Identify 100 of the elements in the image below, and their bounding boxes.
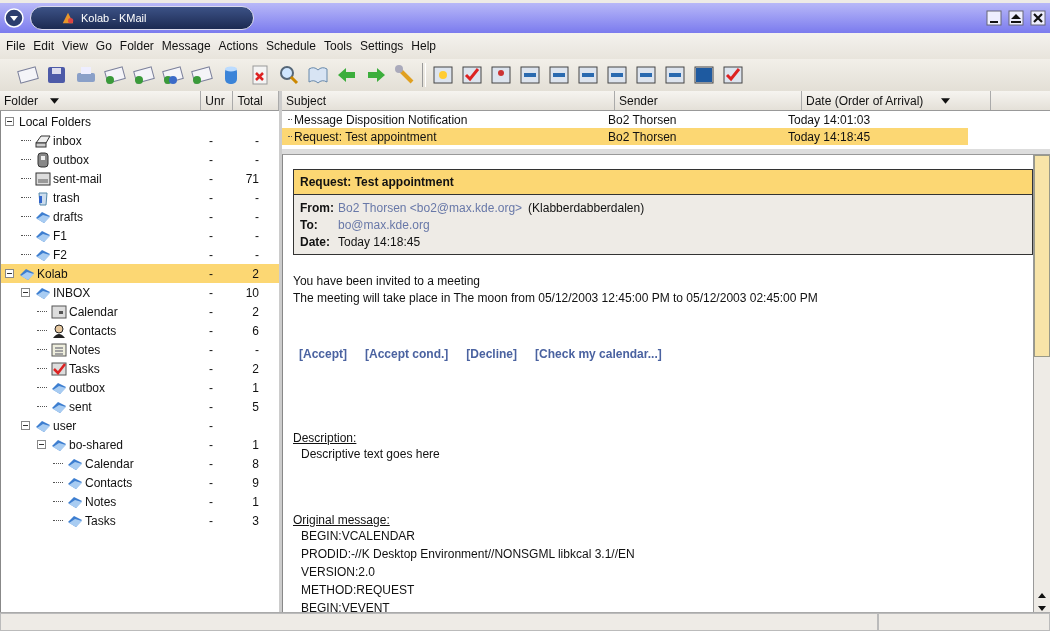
column-header[interactable]: Folder <box>0 91 202 110</box>
collapse-icon[interactable] <box>21 288 30 297</box>
collapse-icon[interactable] <box>21 421 30 430</box>
folder-row[interactable]: Notes - 1 <box>1 492 279 511</box>
folder-row[interactable]: Contacts - 6 <box>1 321 279 340</box>
original-line: VERSION:2.0 <box>300 564 377 581</box>
folder-row[interactable]: trash - - <box>1 188 279 207</box>
folder-row[interactable]: outbox - - <box>1 150 279 169</box>
toolbar-calendar-icon[interactable] <box>518 63 542 87</box>
toolbar-calendar-icon[interactable] <box>547 63 571 87</box>
toolbar-calendar-icon[interactable] <box>431 63 455 87</box>
folder-row[interactable]: sent - 5 <box>1 397 279 416</box>
invitation-link[interactable]: [Decline] <box>466 347 518 361</box>
original-line: METHOD:REQUEST <box>300 582 416 599</box>
close-icon[interactable] <box>1030 10 1046 26</box>
folder-row[interactable]: F2 - - <box>1 245 279 264</box>
column-header[interactable]: Unr <box>201 91 234 110</box>
original-line: PRODID:-//K Desktop Environment//NONSGML libkcal 3.1//EN <box>300 546 636 563</box>
scroll-bar[interactable] <box>1033 155 1050 612</box>
message-sender: Bo2 Thorsen <box>607 129 678 144</box>
menu-item[interactable]: Go <box>95 39 112 53</box>
invitation-link[interactable]: [Accept cond.] <box>365 347 449 361</box>
toolbar-calendar-icon[interactable] <box>692 63 716 87</box>
body-text: The meeting will take place in The moon from 05/12/2003 12:45:00 PM to 05/12/2003 02:45:00 PM <box>293 290 819 307</box>
menu-item[interactable]: File <box>6 39 26 53</box>
menu-item[interactable]: Settings <box>360 39 404 53</box>
unread-count: - <box>209 342 213 357</box>
invitation-link[interactable]: [Accept] <box>299 347 347 361</box>
folder-row[interactable]: Calendar - 8 <box>1 454 279 473</box>
original-line: BEGIN:VCALENDAR <box>300 528 417 545</box>
collapse-icon[interactable] <box>37 440 46 449</box>
collapse-icon[interactable] <box>5 117 14 126</box>
column-header[interactable]: Sender <box>615 91 802 110</box>
menu-item[interactable]: Help <box>411 39 437 53</box>
unread-count: - <box>209 361 213 376</box>
header-label: Date: <box>300 234 331 249</box>
folder-name: Local Folders <box>19 114 92 129</box>
invitation-link[interactable]: [Check my calendar...] <box>535 347 662 361</box>
toolbar-calendar-icon[interactable] <box>634 63 658 87</box>
folder-row[interactable]: Tasks - 3 <box>1 511 279 530</box>
notes-icon <box>51 341 67 358</box>
checklist-icon <box>51 360 67 377</box>
folder-row[interactable]: F1 - - <box>1 226 279 245</box>
folder-row[interactable]: INBOX - 10 <box>1 283 279 302</box>
description-text: Descriptive text goes here <box>300 446 441 463</box>
folder-row[interactable]: bo-shared - 1 <box>1 435 279 454</box>
toolbar-calendar-icon[interactable] <box>605 63 629 87</box>
folder-row[interactable]: Notes - - <box>1 340 279 359</box>
menu-item[interactable]: Actions <box>218 39 258 53</box>
folder-row[interactable]: Contacts - 9 <box>1 473 279 492</box>
toolbar-calendar-icon[interactable] <box>721 63 745 87</box>
folder-name: Contacts <box>85 475 133 490</box>
minimize-icon[interactable] <box>986 10 1002 26</box>
scroll-arrows-icon[interactable] <box>1037 592 1047 612</box>
unread-count: - <box>209 399 213 414</box>
folder-name: sent <box>69 399 92 414</box>
total-count: 8 <box>252 456 259 471</box>
toolbar-search-icon[interactable] <box>277 63 301 87</box>
section-heading: Description: <box>293 431 358 445</box>
message-subject: Message Disposition Notification <box>293 112 469 127</box>
folder-row[interactable]: user - <box>1 416 279 435</box>
menu-item[interactable]: Message <box>161 39 211 53</box>
drawer-icon <box>35 170 51 187</box>
menu-item[interactable]: Folder <box>119 39 154 53</box>
menu-item[interactable]: Tools <box>323 39 352 53</box>
toolbar-calendar-icon[interactable] <box>489 63 513 87</box>
email-link[interactable]: bo@max.kde.org <box>338 217 430 232</box>
folder-row[interactable]: Local Folders <box>1 112 279 131</box>
toolbar-calendar-icon[interactable] <box>663 63 687 87</box>
unread-count: - <box>209 190 213 205</box>
message-date: Today 14:18:45 <box>787 129 872 144</box>
folder-name: Tasks <box>69 361 100 376</box>
menu-item[interactable]: Edit <box>33 39 55 53</box>
toolbar-calendar-icon[interactable] <box>576 63 600 87</box>
column-header[interactable]: Subject <box>282 91 615 110</box>
message-row[interactable]: Message Disposition Notification Bo2 Thorsen Today 14:01:03 <box>282 111 968 128</box>
collapse-icon[interactable] <box>5 269 14 278</box>
folder-row[interactable]: Tasks - 2 <box>1 359 279 378</box>
toolbar-calendar-icon[interactable] <box>460 63 484 87</box>
sort-caret-icon <box>941 97 951 104</box>
maximize-icon[interactable] <box>1008 10 1024 26</box>
folder-row[interactable]: Calendar - 2 <box>1 302 279 321</box>
unread-count: - <box>209 209 213 224</box>
column-header[interactable]: Date (Order of Arrival) <box>802 91 991 110</box>
message-subject: Request: Test appointment <box>293 129 438 144</box>
folder-row[interactable]: Kolab - 2 <box>1 264 279 283</box>
folder-row[interactable]: sent-mail - 71 <box>1 169 279 188</box>
folder-name: inbox <box>53 133 82 148</box>
total-count: 71 <box>245 171 259 186</box>
menu-item[interactable]: Schedule <box>265 39 316 53</box>
folder-row[interactable]: outbox - 1 <box>1 378 279 397</box>
folder-name: Tasks <box>85 513 116 528</box>
folder-row[interactable]: drafts - - <box>1 207 279 226</box>
column-header[interactable]: Total <box>233 91 279 110</box>
email-link[interactable]: Bo2 Thorsen <bo2@max.kde.org> <box>338 200 523 215</box>
menu-caret-icon[interactable] <box>4 8 24 28</box>
message-row[interactable]: Request: Test appointment Bo2 Thorsen Today 14:18:45 <box>282 128 968 145</box>
unread-count: - <box>209 304 213 319</box>
menu-item[interactable]: View <box>62 39 88 53</box>
folder-row[interactable]: inbox - - <box>1 131 279 150</box>
